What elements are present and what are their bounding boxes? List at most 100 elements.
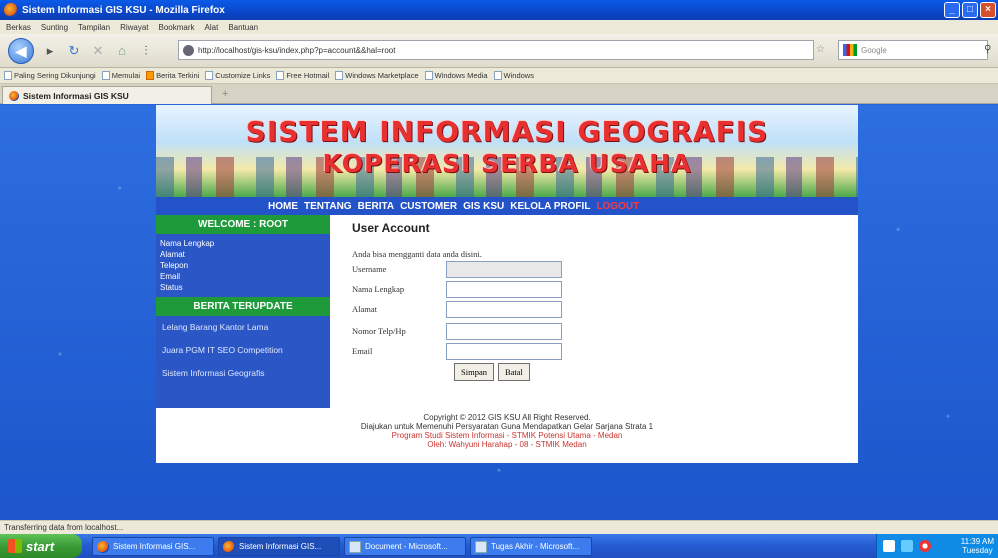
bookmark-label: Windows: [503, 71, 534, 80]
maximize-button[interactable]: □: [962, 2, 978, 18]
clock[interactable]: 11:39 AM Tuesday: [961, 537, 994, 555]
firefox-icon: [4, 3, 18, 17]
bookmark-label: Customize Links: [215, 71, 271, 80]
firefox-icon: [97, 540, 109, 553]
taskbar-item[interactable]: Sistem Informasi GIS...: [218, 537, 340, 556]
news-header: BERITA TERUPDATE: [156, 297, 330, 316]
signal-icon: ⫶: [144, 42, 148, 58]
telp-label: Nomor Telp/Hp: [352, 326, 406, 336]
banner-title-line1: SISTEM INFORMASI GEOGRAFIS: [245, 115, 769, 148]
firefox-icon: [223, 540, 235, 553]
username-label: Username: [352, 264, 387, 274]
bookmark-item[interactable]: Windows Marketplace: [335, 71, 419, 80]
system-tray: 11:39 AM Tuesday: [876, 534, 998, 558]
start-label: start: [26, 538, 55, 554]
footer-line2: Diajukan untuk Memenuhi Persyaratan Guna…: [360, 422, 654, 431]
taskbar-item-label: Tugas Akhir - Microsoft...: [491, 542, 580, 551]
email-row: Email: [352, 343, 582, 361]
url-bar[interactable]: http://localhost/gis-ksu/index.php?p=acc…: [178, 40, 814, 60]
profile-item-status: Status: [160, 283, 183, 292]
forward-icon[interactable]: ▸: [42, 43, 58, 59]
taskbar-item[interactable]: Sistem Informasi GIS...: [92, 537, 214, 556]
tab-active[interactable]: Sistem Informasi GIS KSU: [2, 86, 212, 104]
home-icon[interactable]: ⌂: [114, 43, 130, 59]
sidebar: WELCOME : ROOT Nama Lengkap Alamat Telep…: [156, 215, 330, 408]
nav-kelola-profil[interactable]: KELOLA PROFIL: [510, 201, 590, 212]
bookmark-item[interactable]: Free Hotmail: [276, 71, 329, 80]
clock-day: Tuesday: [962, 546, 993, 555]
minimize-button[interactable]: _: [944, 2, 960, 18]
page-subtitle: Anda bisa mengganti data anda disini.: [352, 249, 482, 259]
profile-list: Nama Lengkap Alamat Telepon Email Status: [156, 234, 330, 297]
save-button[interactable]: Simpan: [454, 363, 494, 381]
site-banner: SISTEM INFORMASI GEOGRAFIS KOPERASI SERB…: [156, 105, 858, 197]
nav-logout[interactable]: LOGOUT: [596, 201, 639, 212]
menu-view[interactable]: Tampilan: [78, 23, 110, 32]
news-item[interactable]: Lelang Barang Kantor Lama: [162, 316, 324, 339]
menu-history[interactable]: Riwayat: [120, 23, 148, 32]
tray-network-icon[interactable]: [883, 540, 895, 552]
bookmark-item[interactable]: Berita Terkini: [146, 71, 199, 80]
cancel-button[interactable]: Batal: [497, 363, 530, 381]
bookmark-label: Memulai: [111, 71, 141, 80]
menu-edit[interactable]: Sunting: [41, 23, 68, 32]
bookmark-item[interactable]: Customize Links: [205, 71, 270, 80]
windows-flag-icon: [8, 539, 22, 553]
navigation-toolbar: ◀ ▸ ↻ ✕ ⌂ ⫶ http://localhost/gis-ksu/ind…: [0, 34, 998, 68]
news-item[interactable]: Sistem Informasi Geografis: [162, 362, 324, 385]
bookmark-item[interactable]: Paling Sering Dikunjungi: [4, 71, 96, 80]
menu-bar: Berkas Sunting Tampilan Riwayat Bookmark…: [0, 20, 998, 34]
menu-file[interactable]: Berkas: [6, 23, 31, 32]
news-list: Lelang Barang Kantor Lama Juara PGM IT S…: [156, 316, 330, 385]
menu-help[interactable]: Bantuan: [228, 23, 258, 32]
stop-icon[interactable]: ✕: [90, 43, 106, 59]
nav-home[interactable]: HOME: [268, 201, 298, 212]
bookmark-page-icon: [335, 71, 344, 80]
start-button[interactable]: start: [0, 534, 82, 558]
taskbar-item[interactable]: Document - Microsoft...: [344, 537, 466, 556]
nav-customer[interactable]: CUSTOMER: [400, 201, 457, 212]
bookmark-item[interactable]: Memulai: [101, 71, 141, 80]
url-text[interactable]: http://localhost/gis-ksu/index.php?p=acc…: [198, 46, 395, 55]
new-tab-icon[interactable]: +: [222, 88, 228, 100]
nav-gis-ksu[interactable]: GIS KSU: [463, 201, 504, 212]
profile-item-telepon: Telepon: [160, 261, 189, 270]
email-field[interactable]: [446, 343, 562, 360]
nav-tentang[interactable]: TENTANG: [304, 201, 352, 212]
page-viewport: SISTEM INFORMASI GEOGRAFIS KOPERASI SERB…: [0, 105, 998, 520]
taskbar: start Sistem Informasi GIS... Sistem Inf…: [0, 534, 998, 558]
bookmark-page-icon: [424, 71, 433, 80]
back-button[interactable]: ◀: [8, 37, 34, 64]
news-item[interactable]: Juara PGM IT SEO Competition: [162, 339, 324, 362]
tray-antivirus-icon[interactable]: [919, 540, 931, 552]
search-input[interactable]: Google: [838, 40, 988, 60]
nav-berita[interactable]: BERITA: [358, 201, 394, 212]
nama-row: Nama Lengkap: [352, 281, 582, 299]
bookmark-page-icon: [4, 71, 12, 80]
nama-field[interactable]: [446, 281, 562, 298]
document-icon: [349, 540, 361, 553]
site-container: SISTEM INFORMASI GEOGRAFIS KOPERASI SERB…: [156, 105, 858, 463]
clock-time: 11:39 AM: [960, 537, 994, 546]
nama-label: Nama Lengkap: [352, 284, 405, 294]
taskbar-item[interactable]: Tugas Akhir - Microsoft...: [470, 537, 592, 556]
menu-tools[interactable]: Alat: [205, 23, 219, 32]
telp-field[interactable]: [446, 323, 562, 340]
bookmark-page-icon: [276, 71, 285, 80]
alamat-row: Alamat: [352, 301, 582, 319]
bookmark-label: Free Hotmail: [286, 71, 330, 80]
site-identity-icon[interactable]: [183, 44, 194, 56]
bookmark-star-icon[interactable]: ☆: [816, 44, 825, 55]
close-button[interactable]: ×: [980, 2, 996, 18]
reload-icon[interactable]: ↻: [66, 43, 82, 59]
bookmark-item[interactable]: Windows Media: [424, 71, 488, 80]
bookmark-item[interactable]: Windows: [493, 71, 534, 80]
favicon-icon: [9, 90, 19, 101]
menu-bookmarks[interactable]: Bookmark: [159, 23, 195, 32]
tray-volume-icon[interactable]: [901, 540, 913, 552]
username-field[interactable]: [446, 261, 562, 278]
alamat-field[interactable]: [446, 301, 562, 318]
profile-item-alamat: Alamat: [160, 250, 185, 259]
search-icon[interactable]: ⚲: [984, 44, 991, 55]
google-icon[interactable]: [843, 44, 857, 56]
